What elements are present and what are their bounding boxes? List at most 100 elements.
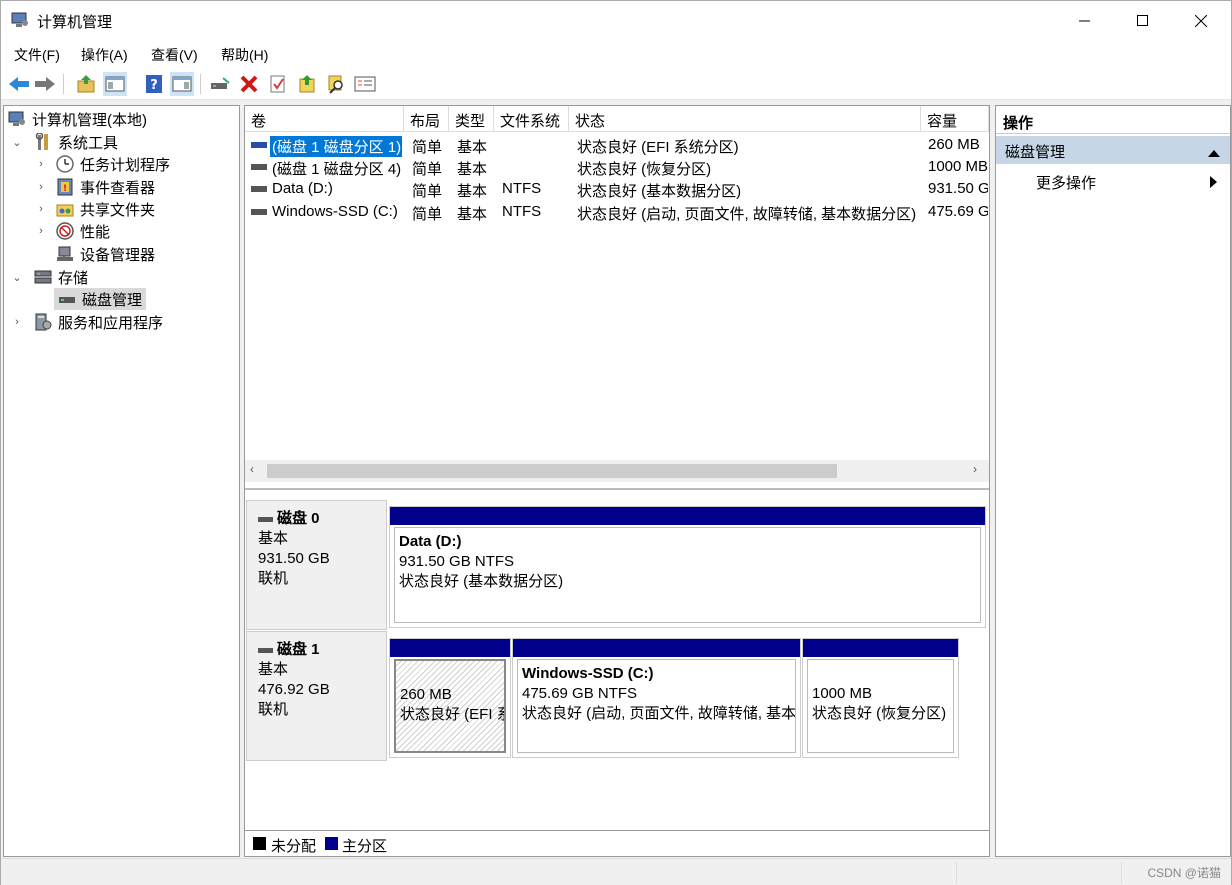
primary-partition-bar xyxy=(390,639,510,657)
status-cell: 状态良好 (启动, 页面文件, 故障转储, 基本数据分区) xyxy=(577,206,917,223)
tree-item-device-manager[interactable]: 设备管理器 xyxy=(56,243,155,265)
disk-0-size: 931.50 GB xyxy=(258,550,330,567)
disk-1-type: 基本 xyxy=(258,661,289,678)
disk-graphical-view: 磁盘 0 基本 931.50 GB 联机 Data (D:) 931.50 GB… xyxy=(245,488,989,828)
chevron-down-icon[interactable]: ⌄ xyxy=(10,271,24,284)
show-hide-console-tree-icon[interactable] xyxy=(103,72,127,96)
chevron-right-icon[interactable]: › xyxy=(34,158,48,170)
maximize-button[interactable] xyxy=(1114,1,1172,41)
menu-view[interactable]: 查看(V) xyxy=(151,45,198,65)
show-hide-action-pane-icon[interactable] xyxy=(170,72,194,96)
volume-icon xyxy=(251,209,267,215)
layout-cell: 简单 xyxy=(412,206,443,223)
menu-file[interactable]: 文件(F) xyxy=(14,45,60,65)
volume-icon xyxy=(251,164,267,170)
type-cell: 基本 xyxy=(457,139,488,156)
chevron-right-icon[interactable]: › xyxy=(34,225,48,237)
partition-status: 状态良好 (基本数据分区) xyxy=(399,573,564,590)
column-header-capacity[interactable]: 容量 xyxy=(921,106,989,132)
up-folder-icon[interactable] xyxy=(74,72,98,96)
tree-item-services-and-applications[interactable]: › 服务和应用程序 xyxy=(10,311,163,333)
scroll-left-arrow-icon[interactable]: ‹ xyxy=(250,462,254,476)
chevron-right-icon[interactable]: › xyxy=(10,316,24,328)
tree-item-label: 磁盘管理 xyxy=(82,291,143,309)
delete-icon[interactable] xyxy=(237,72,261,96)
disk-0-label[interactable]: 磁盘 0 基本 931.50 GB 联机 xyxy=(246,500,387,630)
menu-action[interactable]: 操作(A) xyxy=(81,45,128,65)
tree-item-shared-folders[interactable]: › 共享文件夹 xyxy=(34,198,155,220)
more-actions-item[interactable]: 更多操作 xyxy=(996,168,1230,194)
tree-item-computer-management-local[interactable]: 计算机管理(本地) xyxy=(8,108,147,130)
column-header-volume[interactable]: 卷 xyxy=(245,106,404,132)
actions-pane: 操作 磁盘管理 更多操作 xyxy=(995,105,1231,857)
column-header-layout[interactable]: 布局 xyxy=(404,106,449,132)
partition-details: Windows-SSD (C:) 475.69 GB NTFS 状态良好 (启动… xyxy=(517,659,796,753)
primary-partition-bar xyxy=(513,639,800,657)
tree-item-task-scheduler[interactable]: › 任务计划程序 xyxy=(34,153,170,175)
check-properties-icon[interactable] xyxy=(266,72,290,96)
collapse-up-icon[interactable] xyxy=(1208,144,1220,161)
table-row[interactable]: (磁盘 1 磁盘分区 4) 简单 基本 状态良好 (恢复分区) 1000 MB xyxy=(245,156,989,178)
capacity-cell: 931.50 GB xyxy=(928,180,988,197)
tree-item-label: 事件查看器 xyxy=(80,179,156,197)
chevron-down-icon[interactable]: ⌄ xyxy=(10,136,24,149)
partition-size-fs: 475.69 GB NTFS xyxy=(522,685,638,702)
connect-drive-icon[interactable] xyxy=(208,72,232,96)
volume-name-cell: Windows-SSD (C:) xyxy=(272,203,398,220)
tree-item-disk-management[interactable]: 磁盘管理 xyxy=(54,288,147,310)
column-header-type[interactable]: 类型 xyxy=(449,106,494,132)
menu-help[interactable]: 帮助(H) xyxy=(221,45,268,65)
search-icon[interactable] xyxy=(324,72,348,96)
disk-1-label[interactable]: 磁盘 1 基本 476.92 GB 联机 xyxy=(246,631,387,761)
primary-swatch xyxy=(325,837,338,850)
volume-icon xyxy=(251,186,267,192)
svg-text:!: ! xyxy=(63,184,67,194)
status-cell: 状态良好 (基本数据分区) xyxy=(577,183,742,200)
minimize-button[interactable] xyxy=(1056,1,1114,41)
close-button[interactable] xyxy=(1172,1,1230,41)
table-row[interactable]: Data (D:) 简单 基本 NTFS 状态良好 (基本数据分区) 931.5… xyxy=(245,178,989,200)
table-row[interactable]: (磁盘 1 磁盘分区 1) 简单 基本 状态良好 (EFI 系统分区) 260 … xyxy=(245,134,989,157)
toolbar: ? xyxy=(1,68,1231,100)
disk-drive-icon xyxy=(258,647,273,653)
actions-section-disk-management[interactable]: 磁盘管理 xyxy=(996,136,1230,164)
tree-item-system-tools[interactable]: ⌄ 系统工具 xyxy=(10,131,118,153)
properties-sheet-icon[interactable] xyxy=(353,72,377,96)
layout-cell: 简单 xyxy=(412,183,443,200)
tree-item-storage[interactable]: ⌄ 存储 xyxy=(10,266,88,288)
status-separator xyxy=(956,862,957,884)
scrollbar-thumb[interactable] xyxy=(267,464,837,478)
status-separator xyxy=(1121,862,1122,884)
toolbar-separator xyxy=(200,74,201,94)
partition-recovery[interactable]: 1000 MB 状态良好 (恢复分区) xyxy=(802,638,959,758)
scroll-right-arrow-icon[interactable]: › xyxy=(973,462,977,476)
horizontal-scrollbar[interactable]: ‹ › xyxy=(245,460,989,482)
tree-item-performance[interactable]: › 性能 xyxy=(34,220,110,242)
forward-arrow-icon[interactable] xyxy=(33,72,57,96)
chevron-right-icon[interactable]: › xyxy=(34,181,48,193)
disk-drive-icon xyxy=(258,516,273,522)
tree-item-label: 性能 xyxy=(80,223,111,241)
primary-partition-bar xyxy=(390,507,985,525)
legend-primary-label: 主分区 xyxy=(342,838,388,855)
services-icon xyxy=(34,313,52,331)
chevron-right-icon[interactable]: › xyxy=(34,203,48,215)
capacity-cell: 1000 MB xyxy=(928,158,988,175)
tree-item-event-viewer[interactable]: › ! 事件查看器 xyxy=(34,176,155,198)
submenu-arrow-icon xyxy=(1210,175,1218,192)
primary-partition-bar xyxy=(803,639,958,657)
partition-data-d[interactable]: Data (D:) 931.50 GB NTFS 状态良好 (基本数据分区) xyxy=(389,506,986,628)
disk-0-status: 联机 xyxy=(258,570,289,587)
export-list-icon[interactable] xyxy=(295,72,319,96)
partition-efi[interactable]: 260 MB 状态良好 (EFI 系统分区) xyxy=(389,638,511,758)
column-header-filesystem[interactable]: 文件系统 xyxy=(494,106,569,132)
legend: 未分配 主分区 xyxy=(245,830,989,856)
back-arrow-icon[interactable] xyxy=(7,72,31,96)
partition-windows-ssd-c[interactable]: Windows-SSD (C:) 475.69 GB NTFS 状态良好 (启动… xyxy=(512,638,801,758)
partition-name: Windows-SSD (C:) xyxy=(522,665,654,682)
console-tree: 计算机管理(本地) ⌄ 系统工具 › 任务计划程序 › ! 事件查看器 › 共享… xyxy=(3,105,240,857)
help-icon[interactable]: ? xyxy=(142,72,166,96)
partition-name: Data (D:) xyxy=(399,533,462,550)
table-row[interactable]: Windows-SSD (C:) 简单 基本 NTFS 状态良好 (启动, 页面… xyxy=(245,201,989,223)
column-header-status[interactable]: 状态 xyxy=(569,106,921,132)
